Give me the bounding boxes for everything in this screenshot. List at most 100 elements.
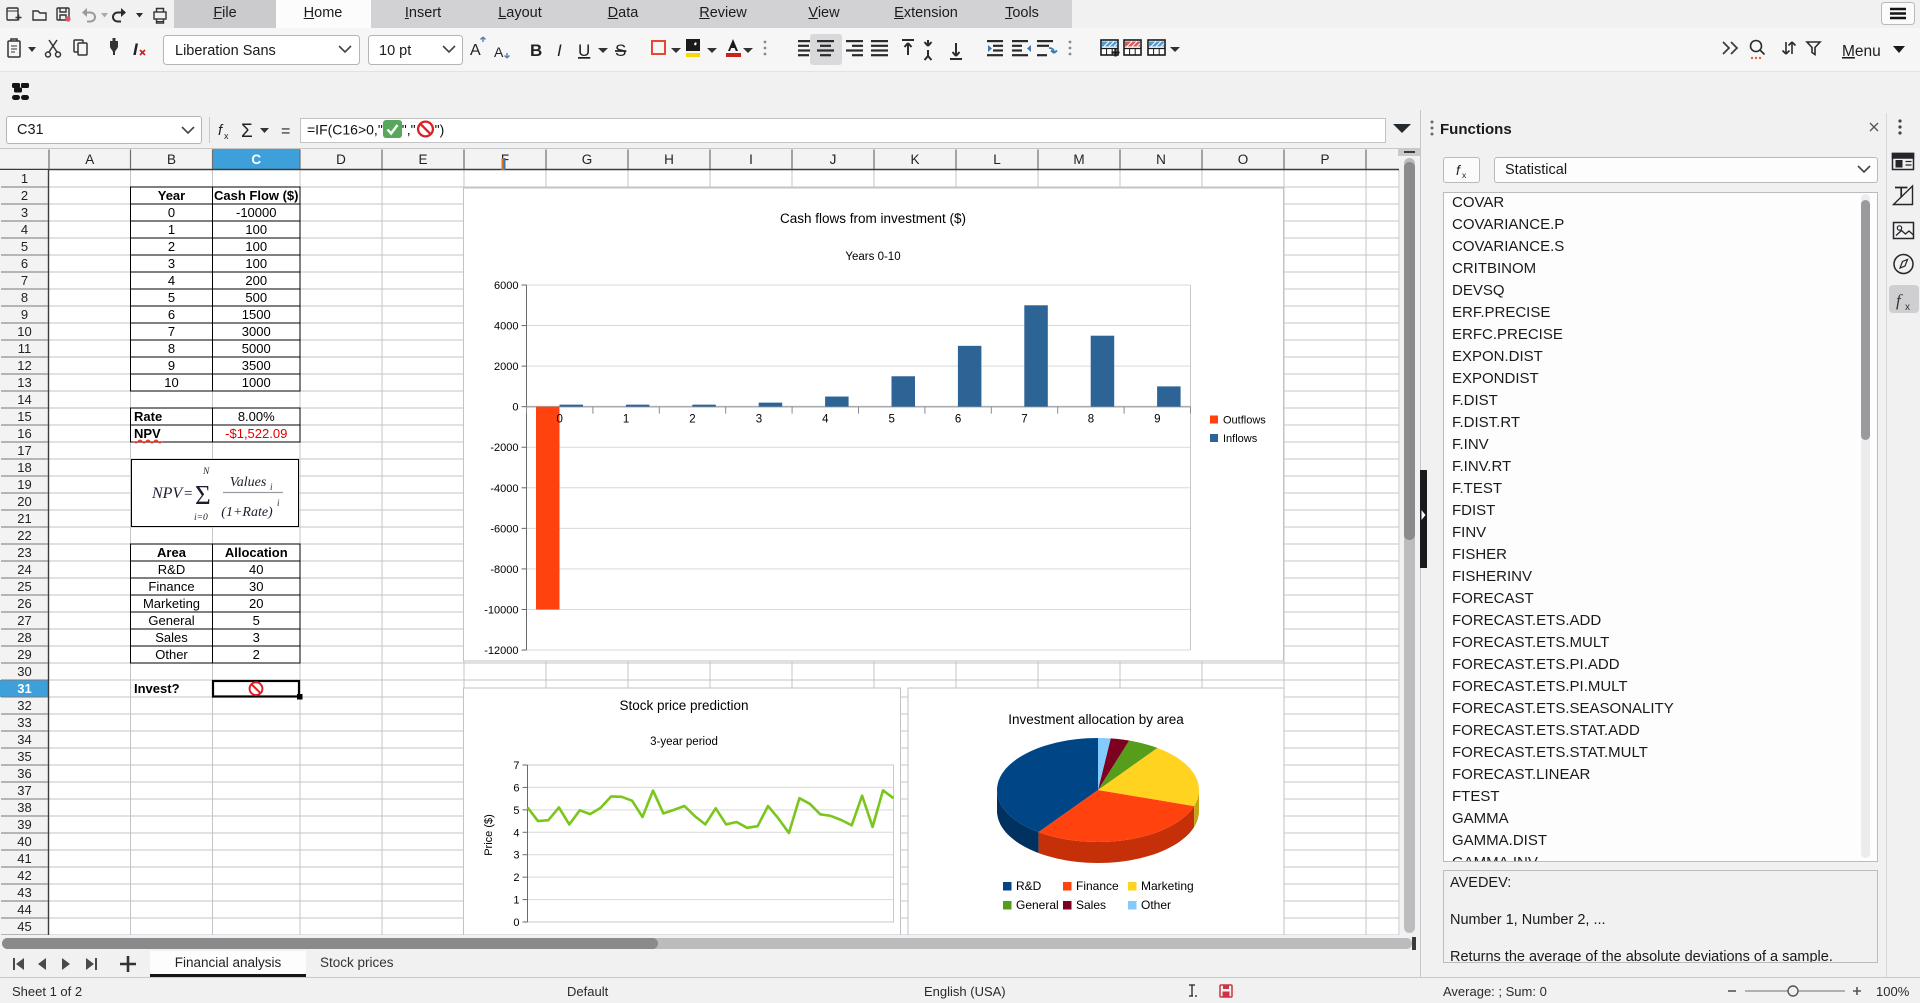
svg-text:-8000: -8000 xyxy=(490,564,518,576)
svg-text:Functions: Functions xyxy=(1440,121,1512,138)
svg-text:27: 27 xyxy=(17,613,31,628)
svg-text:30: 30 xyxy=(17,664,31,679)
svg-text:100: 100 xyxy=(245,222,267,237)
svg-text:Menu: Menu xyxy=(1842,43,1881,60)
svg-text:34: 34 xyxy=(17,732,31,747)
svg-text:43: 43 xyxy=(17,885,31,900)
svg-text:Σ: Σ xyxy=(195,480,211,510)
svg-text:3: 3 xyxy=(168,256,175,271)
svg-text:C: C xyxy=(251,152,261,167)
svg-text:x: x xyxy=(1462,170,1467,180)
svg-text:7: 7 xyxy=(1021,414,1027,426)
svg-text:6000: 6000 xyxy=(494,280,518,292)
svg-text:5: 5 xyxy=(21,239,28,254)
svg-text:23: 23 xyxy=(17,545,31,560)
svg-text:Σ: Σ xyxy=(241,121,253,142)
svg-text:P: P xyxy=(1320,152,1329,167)
svg-text:1: 1 xyxy=(168,222,175,237)
svg-text:0: 0 xyxy=(513,917,519,929)
svg-text:=: = xyxy=(184,486,192,502)
svg-text:11: 11 xyxy=(18,341,32,356)
svg-text:Cash Flow ($): Cash Flow ($) xyxy=(214,188,299,203)
svg-text:0: 0 xyxy=(512,402,518,414)
svg-text:7: 7 xyxy=(21,273,28,288)
svg-text:A: A xyxy=(494,44,504,60)
svg-text:H: H xyxy=(664,152,674,167)
svg-text:D: D xyxy=(336,152,346,167)
svg-text:General: General xyxy=(148,613,194,628)
svg-text:6: 6 xyxy=(513,782,519,794)
svg-text:22: 22 xyxy=(17,528,31,543)
svg-text:36: 36 xyxy=(17,766,31,781)
svg-text:25: 25 xyxy=(17,579,31,594)
svg-text:4: 4 xyxy=(168,273,175,288)
svg-text:41: 41 xyxy=(17,851,31,866)
svg-text:=: = xyxy=(281,123,290,140)
svg-text:Stock price prediction: Stock price prediction xyxy=(619,698,748,713)
svg-text:-10000: -10000 xyxy=(236,205,276,220)
svg-text:3: 3 xyxy=(513,850,519,862)
svg-text:i=0: i=0 xyxy=(194,513,208,523)
svg-text:10: 10 xyxy=(17,324,31,339)
svg-text:6: 6 xyxy=(954,414,960,426)
svg-text:Finance: Finance xyxy=(1076,879,1119,893)
svg-text:40: 40 xyxy=(17,834,31,849)
svg-text:500: 500 xyxy=(245,290,267,305)
svg-text:S: S xyxy=(615,41,626,60)
svg-text:E: E xyxy=(418,152,427,167)
svg-text:3-year period: 3-year period xyxy=(650,736,718,748)
svg-text:-6000: -6000 xyxy=(490,523,518,535)
svg-text:100: 100 xyxy=(245,239,267,254)
svg-text:6: 6 xyxy=(21,256,28,271)
svg-text:45: 45 xyxy=(17,919,31,934)
svg-text:5: 5 xyxy=(888,414,894,426)
svg-text:9: 9 xyxy=(21,307,28,322)
svg-text:4000: 4000 xyxy=(494,321,518,333)
svg-text:Inflows: Inflows xyxy=(1223,433,1258,445)
svg-text:39: 39 xyxy=(17,817,31,832)
svg-text:A: A xyxy=(85,152,94,167)
svg-text:-$1,522.09: -$1,522.09 xyxy=(225,426,287,441)
svg-text:M: M xyxy=(1073,152,1084,167)
svg-text:-4000: -4000 xyxy=(490,483,518,495)
svg-text:8: 8 xyxy=(21,290,28,305)
svg-text:10: 10 xyxy=(164,375,178,390)
svg-text:-12000: -12000 xyxy=(484,645,518,657)
svg-text:Invest?: Invest? xyxy=(134,681,180,696)
svg-text:5: 5 xyxy=(168,290,175,305)
svg-text:1: 1 xyxy=(21,171,28,186)
svg-text:2: 2 xyxy=(21,188,28,203)
svg-text:12: 12 xyxy=(17,358,31,373)
svg-text:3: 3 xyxy=(253,630,260,645)
svg-text:8: 8 xyxy=(1087,414,1093,426)
svg-text:2: 2 xyxy=(513,872,519,884)
svg-text:38: 38 xyxy=(17,800,31,815)
svg-text:J: J xyxy=(830,152,837,167)
svg-text:1500: 1500 xyxy=(242,307,271,322)
svg-text:R&D: R&D xyxy=(158,562,185,577)
svg-text:x: x xyxy=(1905,302,1910,313)
svg-text:N: N xyxy=(1156,152,1166,167)
svg-text:K: K xyxy=(910,152,919,167)
svg-text:35: 35 xyxy=(17,749,31,764)
svg-text:21: 21 xyxy=(17,511,31,526)
svg-text:Other: Other xyxy=(1141,898,1171,912)
svg-text:7: 7 xyxy=(513,760,519,772)
svg-text:20: 20 xyxy=(17,494,31,509)
svg-text:8: 8 xyxy=(168,341,175,356)
svg-text:9: 9 xyxy=(1154,414,1160,426)
svg-text:N: N xyxy=(202,467,210,477)
svg-text:Years 0-10: Years 0-10 xyxy=(845,251,900,263)
svg-text:37: 37 xyxy=(17,783,31,798)
svg-text:G: G xyxy=(582,152,593,167)
svg-text:B: B xyxy=(167,152,176,167)
svg-text:33: 33 xyxy=(17,715,31,730)
svg-text:I: I xyxy=(133,40,139,59)
svg-text:R&D: R&D xyxy=(1016,879,1042,893)
svg-text:7: 7 xyxy=(168,324,175,339)
svg-text:Marketing: Marketing xyxy=(143,596,200,611)
svg-text:40: 40 xyxy=(249,562,263,577)
svg-text:0: 0 xyxy=(556,414,562,426)
svg-text:3: 3 xyxy=(21,205,28,220)
svg-text:16: 16 xyxy=(17,426,31,441)
